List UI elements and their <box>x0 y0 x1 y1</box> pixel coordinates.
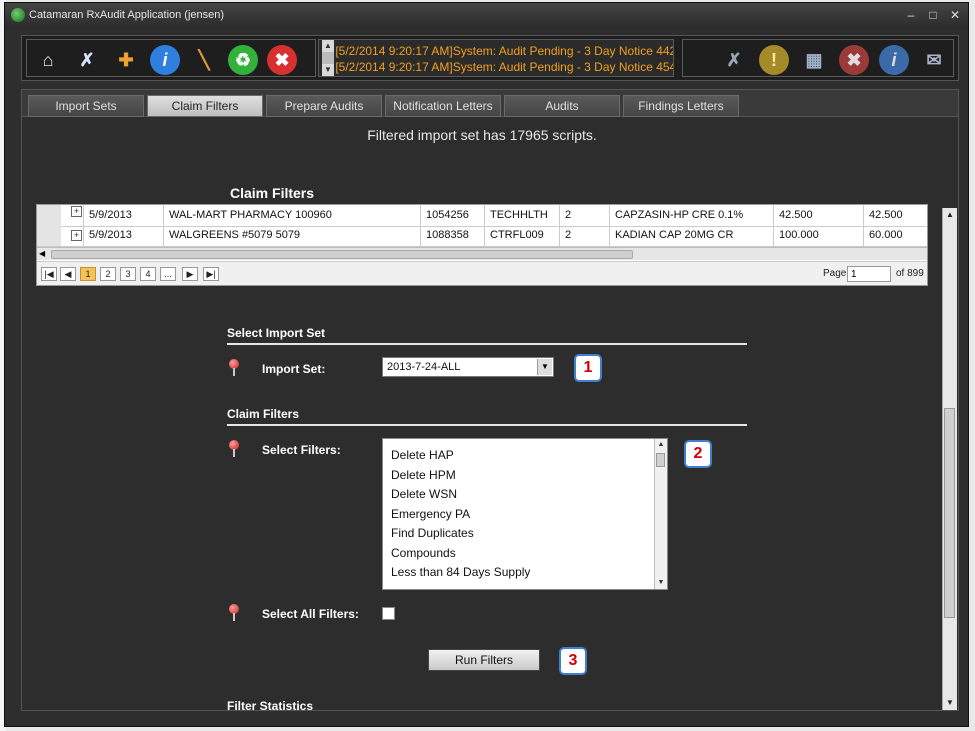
help-info-icon[interactable]: i <box>879 45 909 75</box>
list-item[interactable]: Delete HAP <box>391 448 454 462</box>
app-window: Catamaran RxAudit Application (jensen) –… <box>4 2 969 727</box>
grid-horizontal-scrollbar[interactable]: ◀ <box>37 247 927 260</box>
pushpin-icon <box>229 440 239 457</box>
title-bar: Catamaran RxAudit Application (jensen) –… <box>5 3 968 29</box>
page-button[interactable]: 4 <box>140 267 156 281</box>
close-icon[interactable]: ✕ <box>947 7 963 23</box>
list-item[interactable]: Delete HPM <box>391 468 456 482</box>
expand-row-icon[interactable]: + <box>71 206 82 217</box>
list-item[interactable]: Compounds <box>391 546 456 560</box>
settings-tools-icon[interactable]: ✗ <box>719 45 749 75</box>
step-badge-1: 1 <box>574 354 602 382</box>
chevron-down-icon[interactable]: ▼ <box>537 359 552 375</box>
tab-findings-letters[interactable]: Findings Letters <box>623 95 739 117</box>
page-label: Page <box>823 268 847 279</box>
expand-row-icon[interactable]: + <box>71 230 82 241</box>
import-set-select[interactable]: 2013-7-24-ALL ▼ <box>382 357 554 377</box>
scroll-up-icon[interactable]: ▲ <box>322 40 334 52</box>
page-number-input[interactable]: 1 <box>847 266 891 282</box>
claim-filters-panel: Filtered import set has 17965 scripts. C… <box>21 117 959 711</box>
mail-icon[interactable]: ✉ <box>919 45 949 75</box>
toolbar-left-group: ⌂ ✗ ✚ i ╲ ♻ ✖ <box>26 39 316 77</box>
scroll-thumb[interactable] <box>656 453 665 467</box>
import-set-value: 2013-7-24-ALL <box>387 361 461 373</box>
notification-scrollbar[interactable]: ▲ ▼ <box>322 40 334 76</box>
prev-page-button[interactable]: ◀ <box>60 267 76 281</box>
step-badge-3: 3 <box>559 647 587 675</box>
listbox-scrollbar[interactable]: ▲ ▼ <box>654 439 667 589</box>
scroll-down-icon[interactable]: ▼ <box>943 696 957 710</box>
scroll-down-icon[interactable]: ▼ <box>655 577 667 589</box>
import-set-label: Import Set: <box>262 362 326 376</box>
next-page-button[interactable]: ▶ <box>182 267 198 281</box>
tab-import-sets[interactable]: Import Sets <box>28 95 144 117</box>
table-row[interactable]: + 5/9/2013 WAL-MART PHARMACY 100960 1054… <box>37 205 927 227</box>
home-icon[interactable]: ⌂ <box>33 45 63 75</box>
delete-icon[interactable]: ✖ <box>267 45 297 75</box>
content-vertical-scrollbar[interactable]: ▲ ▼ <box>942 208 957 710</box>
tools-icon[interactable]: ✗ <box>72 45 102 75</box>
scroll-up-icon[interactable]: ▲ <box>655 439 667 451</box>
info-icon[interactable]: i <box>150 45 180 75</box>
section-divider <box>227 343 747 345</box>
grid-pager: |◀ ◀ 1 2 3 4 ... ▶ ▶| Page 1 of 899 <box>37 261 927 285</box>
recycle-icon[interactable]: ♻ <box>228 45 258 75</box>
run-filters-button[interactable]: Run Filters <box>428 649 540 671</box>
calendar-icon[interactable]: ▦ <box>799 45 829 75</box>
alert-icon[interactable]: ! <box>759 45 789 75</box>
scroll-down-icon[interactable]: ▼ <box>322 64 334 76</box>
pencil-ruler-icon[interactable]: ✚ <box>111 45 141 75</box>
tab-bar: Import Sets Claim Filters Prepare Audits… <box>21 89 959 117</box>
filter-statistics-heading: Filter Statistics <box>227 699 314 711</box>
notification-item[interactable]: 1. [5/2/2014 9:20:17 AM]System: Audit Pe… <box>322 44 673 58</box>
page-count-label: of 899 <box>896 268 924 279</box>
page-button[interactable]: 3 <box>120 267 136 281</box>
tab-notification-letters[interactable]: Notification Letters <box>385 95 501 117</box>
claim-filters-title: Claim Filters <box>230 185 315 201</box>
step-badge-2: 2 <box>684 440 712 468</box>
filters-section-heading: Claim Filters <box>227 407 300 421</box>
app-icon <box>11 8 25 22</box>
toolbar-right-group: ✗ ! ▦ ✖ i ✉ <box>682 39 954 77</box>
section-divider <box>227 424 747 426</box>
window-title: Catamaran RxAudit Application (jensen) <box>29 9 225 21</box>
pushpin-icon <box>229 604 239 621</box>
page-button[interactable]: 2 <box>100 267 116 281</box>
minimize-icon[interactable]: – <box>903 7 919 23</box>
filtered-count-message: Filtered import set has 17965 scripts. <box>367 127 597 143</box>
page-button[interactable]: 1 <box>80 267 96 281</box>
claims-grid: + 5/9/2013 WAL-MART PHARMACY 100960 1054… <box>36 204 928 286</box>
select-all-checkbox[interactable] <box>382 607 395 620</box>
scroll-up-icon[interactable]: ▲ <box>943 208 957 222</box>
select-all-filters-label: Select All Filters: <box>262 607 359 621</box>
tab-claim-filters[interactable]: Claim Filters <box>147 95 263 117</box>
select-filters-label: Select Filters: <box>262 443 341 457</box>
tab-audits[interactable]: Audits <box>504 95 620 117</box>
toolbar: ⌂ ✗ ✚ i ╲ ♻ ✖ 1. [5/2/2014 9:20:17 AM]Sy… <box>21 35 959 81</box>
maximize-icon[interactable]: □ <box>925 7 941 23</box>
scroll-left-icon[interactable]: ◀ <box>39 248 45 260</box>
notification-list[interactable]: 1. [5/2/2014 9:20:17 AM]System: Audit Pe… <box>318 39 674 77</box>
notification-item[interactable]: 2. [5/2/2014 9:20:17 AM]System: Audit Pe… <box>322 60 673 74</box>
filters-listbox[interactable]: Delete HAP Delete HPM Delete WSN Emergen… <box>382 438 668 590</box>
ruler-icon[interactable]: ╲ <box>189 45 219 75</box>
list-item[interactable]: Find Duplicates <box>391 526 474 540</box>
list-item[interactable]: Less than 84 Days Supply <box>391 565 530 579</box>
cancel-icon[interactable]: ✖ <box>839 45 869 75</box>
pushpin-icon <box>229 359 239 376</box>
scroll-thumb[interactable] <box>944 408 955 618</box>
page-button[interactable]: ... <box>160 267 176 281</box>
list-item[interactable]: Delete WSN <box>391 487 457 501</box>
table-row[interactable]: + 5/9/2013 WALGREENS #5079 5079 1088358 … <box>37 225 927 247</box>
first-page-button[interactable]: |◀ <box>41 267 57 281</box>
list-item[interactable]: Emergency PA <box>391 507 470 521</box>
import-section-heading: Select Import Set <box>227 326 326 340</box>
last-page-button[interactable]: ▶| <box>203 267 219 281</box>
tab-prepare-audits[interactable]: Prepare Audits <box>266 95 382 117</box>
scroll-thumb[interactable] <box>51 250 633 259</box>
